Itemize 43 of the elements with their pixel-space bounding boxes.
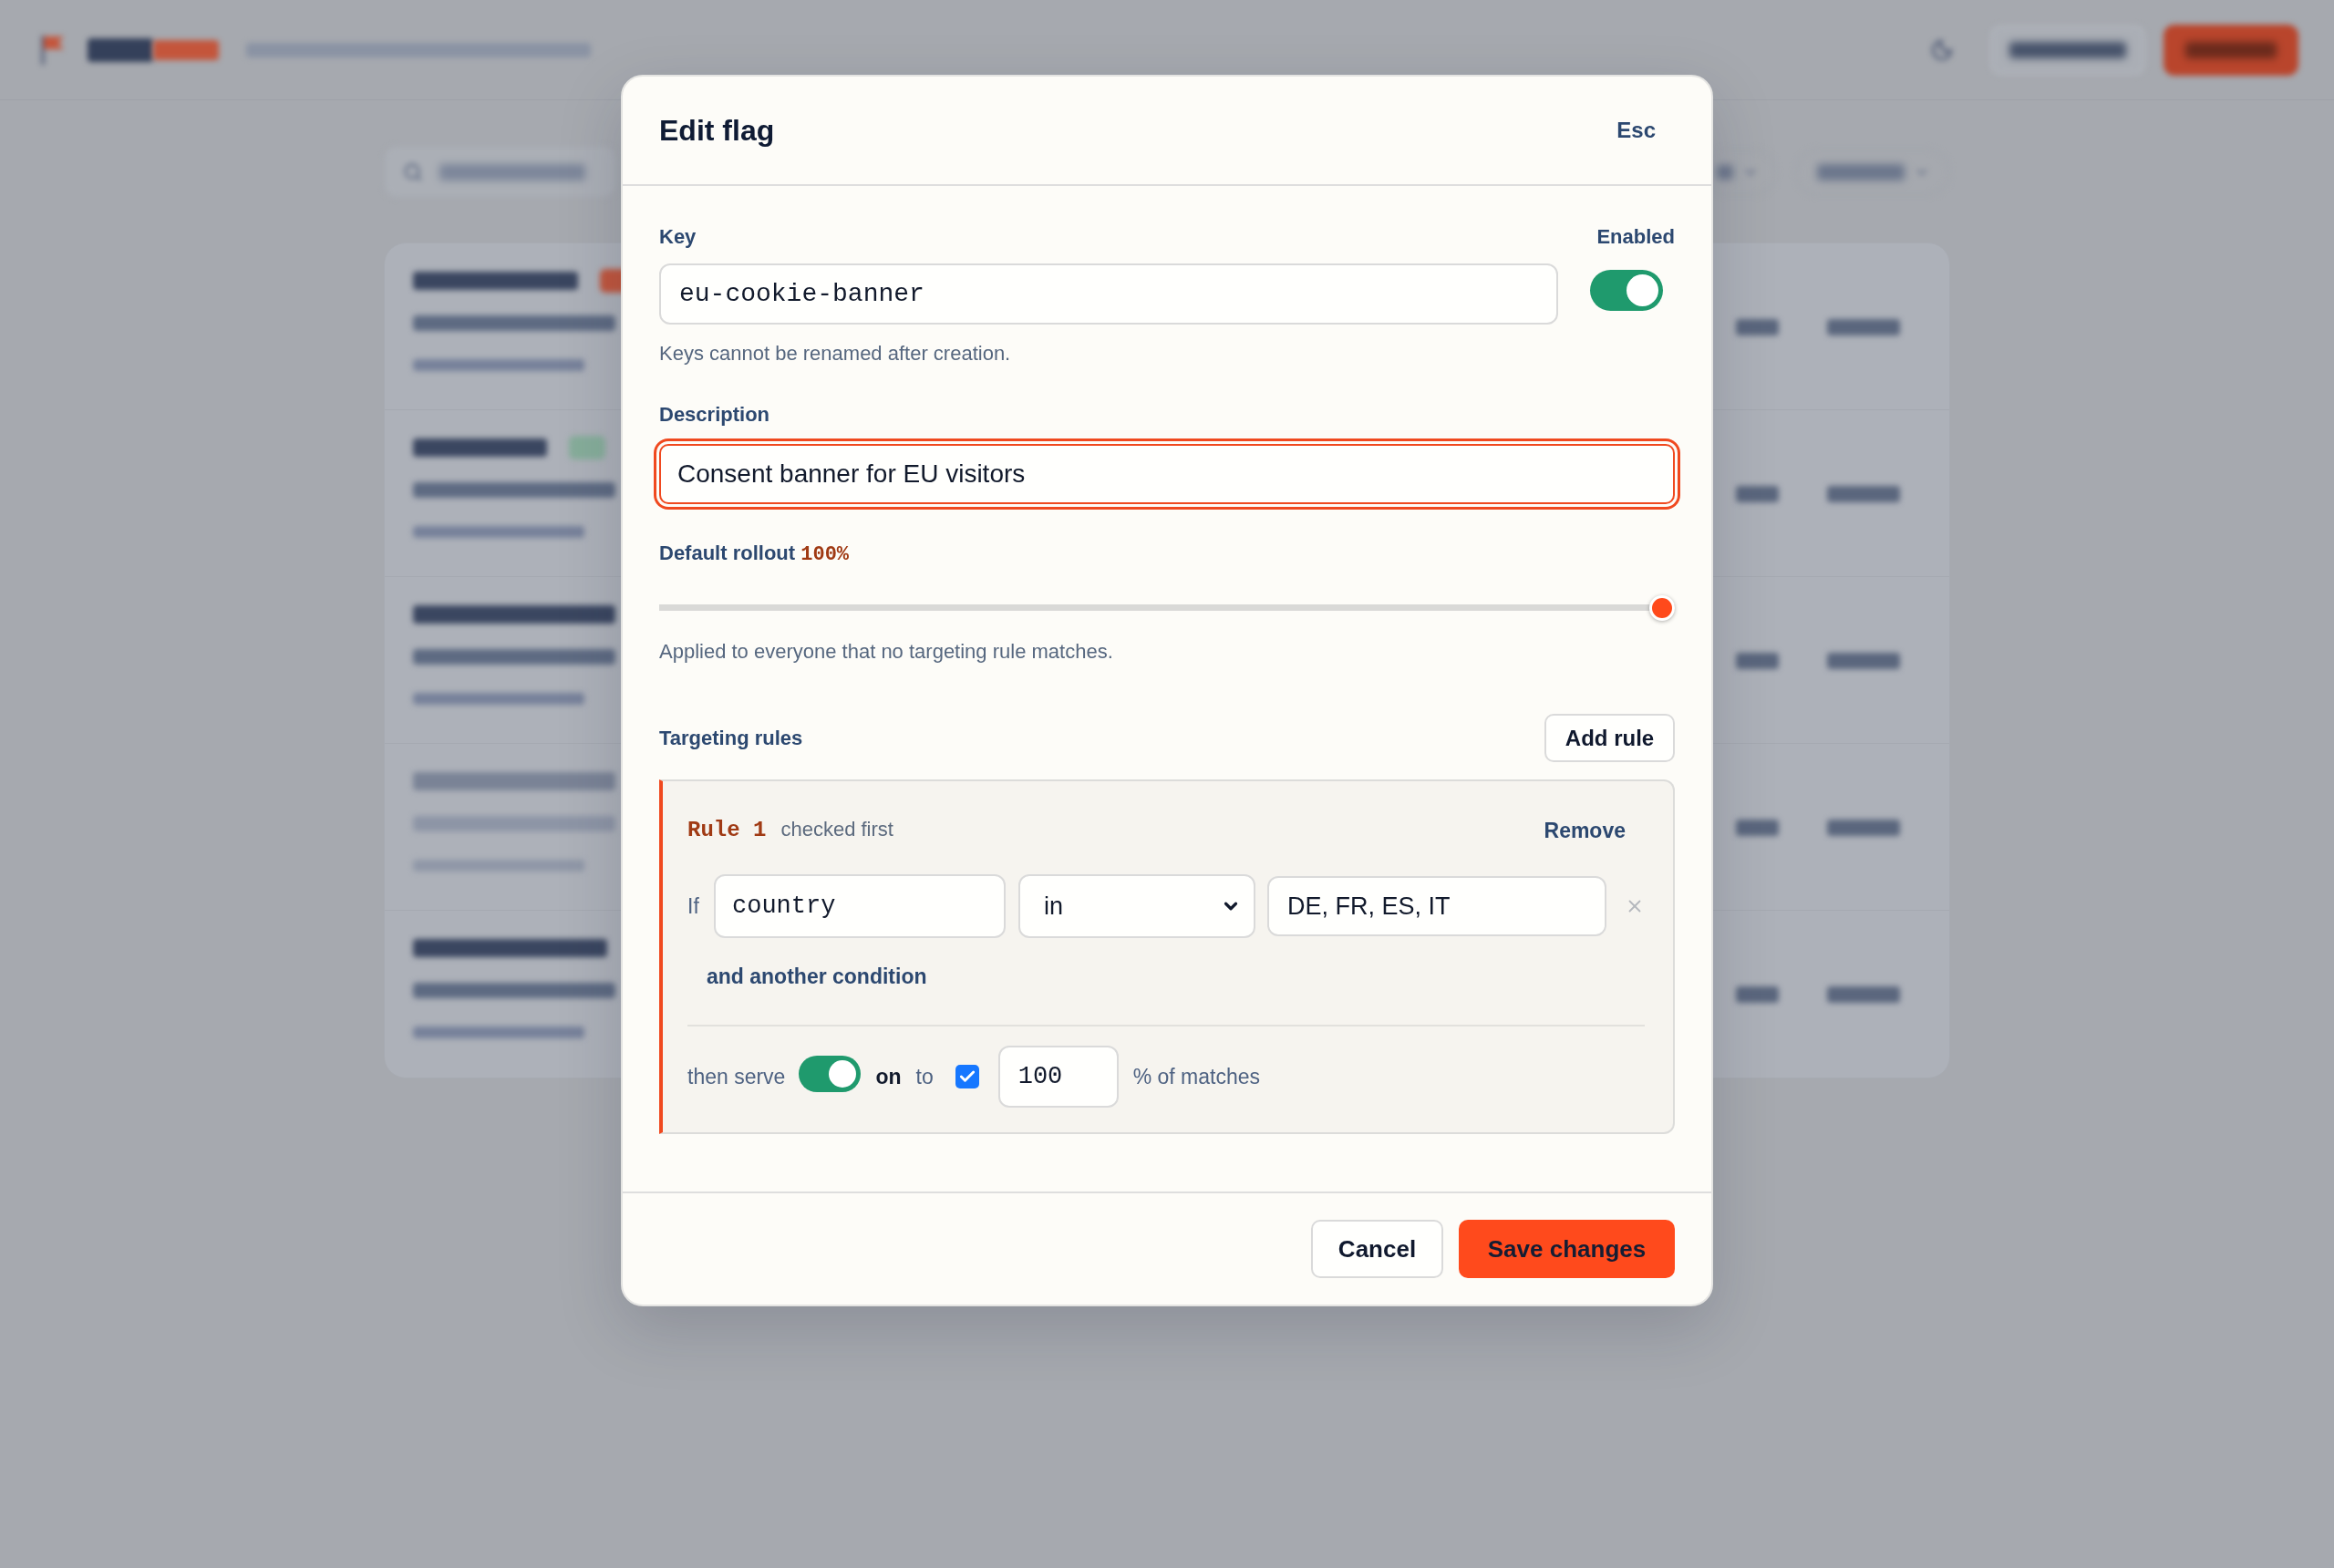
values-field[interactable]: DE, FR, ES, IT — [1267, 876, 1606, 936]
blurred-text-bar — [1736, 485, 1779, 502]
blurred-filter-pill[interactable] — [1795, 148, 1950, 196]
serve-state: on — [875, 1063, 902, 1090]
blurred-text-bar — [88, 37, 153, 62]
add-condition-button[interactable]: and another condition — [707, 961, 927, 986]
serve-to-label: to — [915, 1063, 934, 1090]
close-button[interactable]: Esc — [1616, 114, 1656, 147]
rollout-label: Default rollout 100% — [659, 541, 851, 568]
rule-title: Rule 1 — [687, 817, 767, 844]
cancel-button[interactable]: Cancel — [1311, 1220, 1443, 1278]
rollout-hint: Applied to everyone that no targeting rule matches. — [659, 640, 1114, 664]
save-button[interactable]: Save changes — [1459, 1220, 1675, 1278]
search-icon — [403, 161, 423, 182]
flag-logo-icon — [40, 33, 66, 67]
key-label: Key — [659, 224, 697, 250]
serve-suffix: % of matches — [1132, 1063, 1261, 1090]
targeting-rules-label: Targeting rules — [659, 725, 803, 751]
enabled-toggle[interactable] — [1590, 270, 1663, 311]
key-field[interactable]: eu-cookie-banner — [659, 263, 1558, 325]
blurred-button[interactable] — [2164, 24, 2298, 76]
add-rule-button[interactable]: Add rule — [1544, 714, 1675, 762]
serve-label: then serve — [687, 1063, 786, 1090]
condition-prefix: If — [687, 892, 700, 920]
dialog-title: Edit flag — [659, 113, 775, 149]
percent-field[interactable]: 100 — [997, 1046, 1119, 1108]
blurred-text-bar — [1717, 164, 1733, 180]
description-label: Description — [659, 402, 771, 428]
key-hint: Keys cannot be renamed after creation. — [659, 342, 1012, 366]
percent-checkbox[interactable] — [955, 1065, 979, 1088]
operator-select[interactable]: in — [1018, 874, 1255, 938]
attribute-field[interactable]: country — [714, 874, 1006, 938]
blurred-text-bar — [1736, 819, 1779, 836]
serve-toggle[interactable] — [799, 1055, 862, 1092]
remove-rule-button[interactable]: Remove — [1544, 814, 1626, 847]
slider-thumb[interactable] — [1649, 595, 1675, 621]
blurred-text-bar — [1736, 652, 1779, 669]
enabled-label: Enabled — [1596, 224, 1675, 250]
blurred-text-bar — [1736, 318, 1779, 335]
blurred-text-bar — [1736, 985, 1779, 1003]
rule-note: checked first — [780, 817, 893, 842]
tag-icon — [569, 436, 605, 459]
blurred-text-bar — [153, 39, 219, 60]
